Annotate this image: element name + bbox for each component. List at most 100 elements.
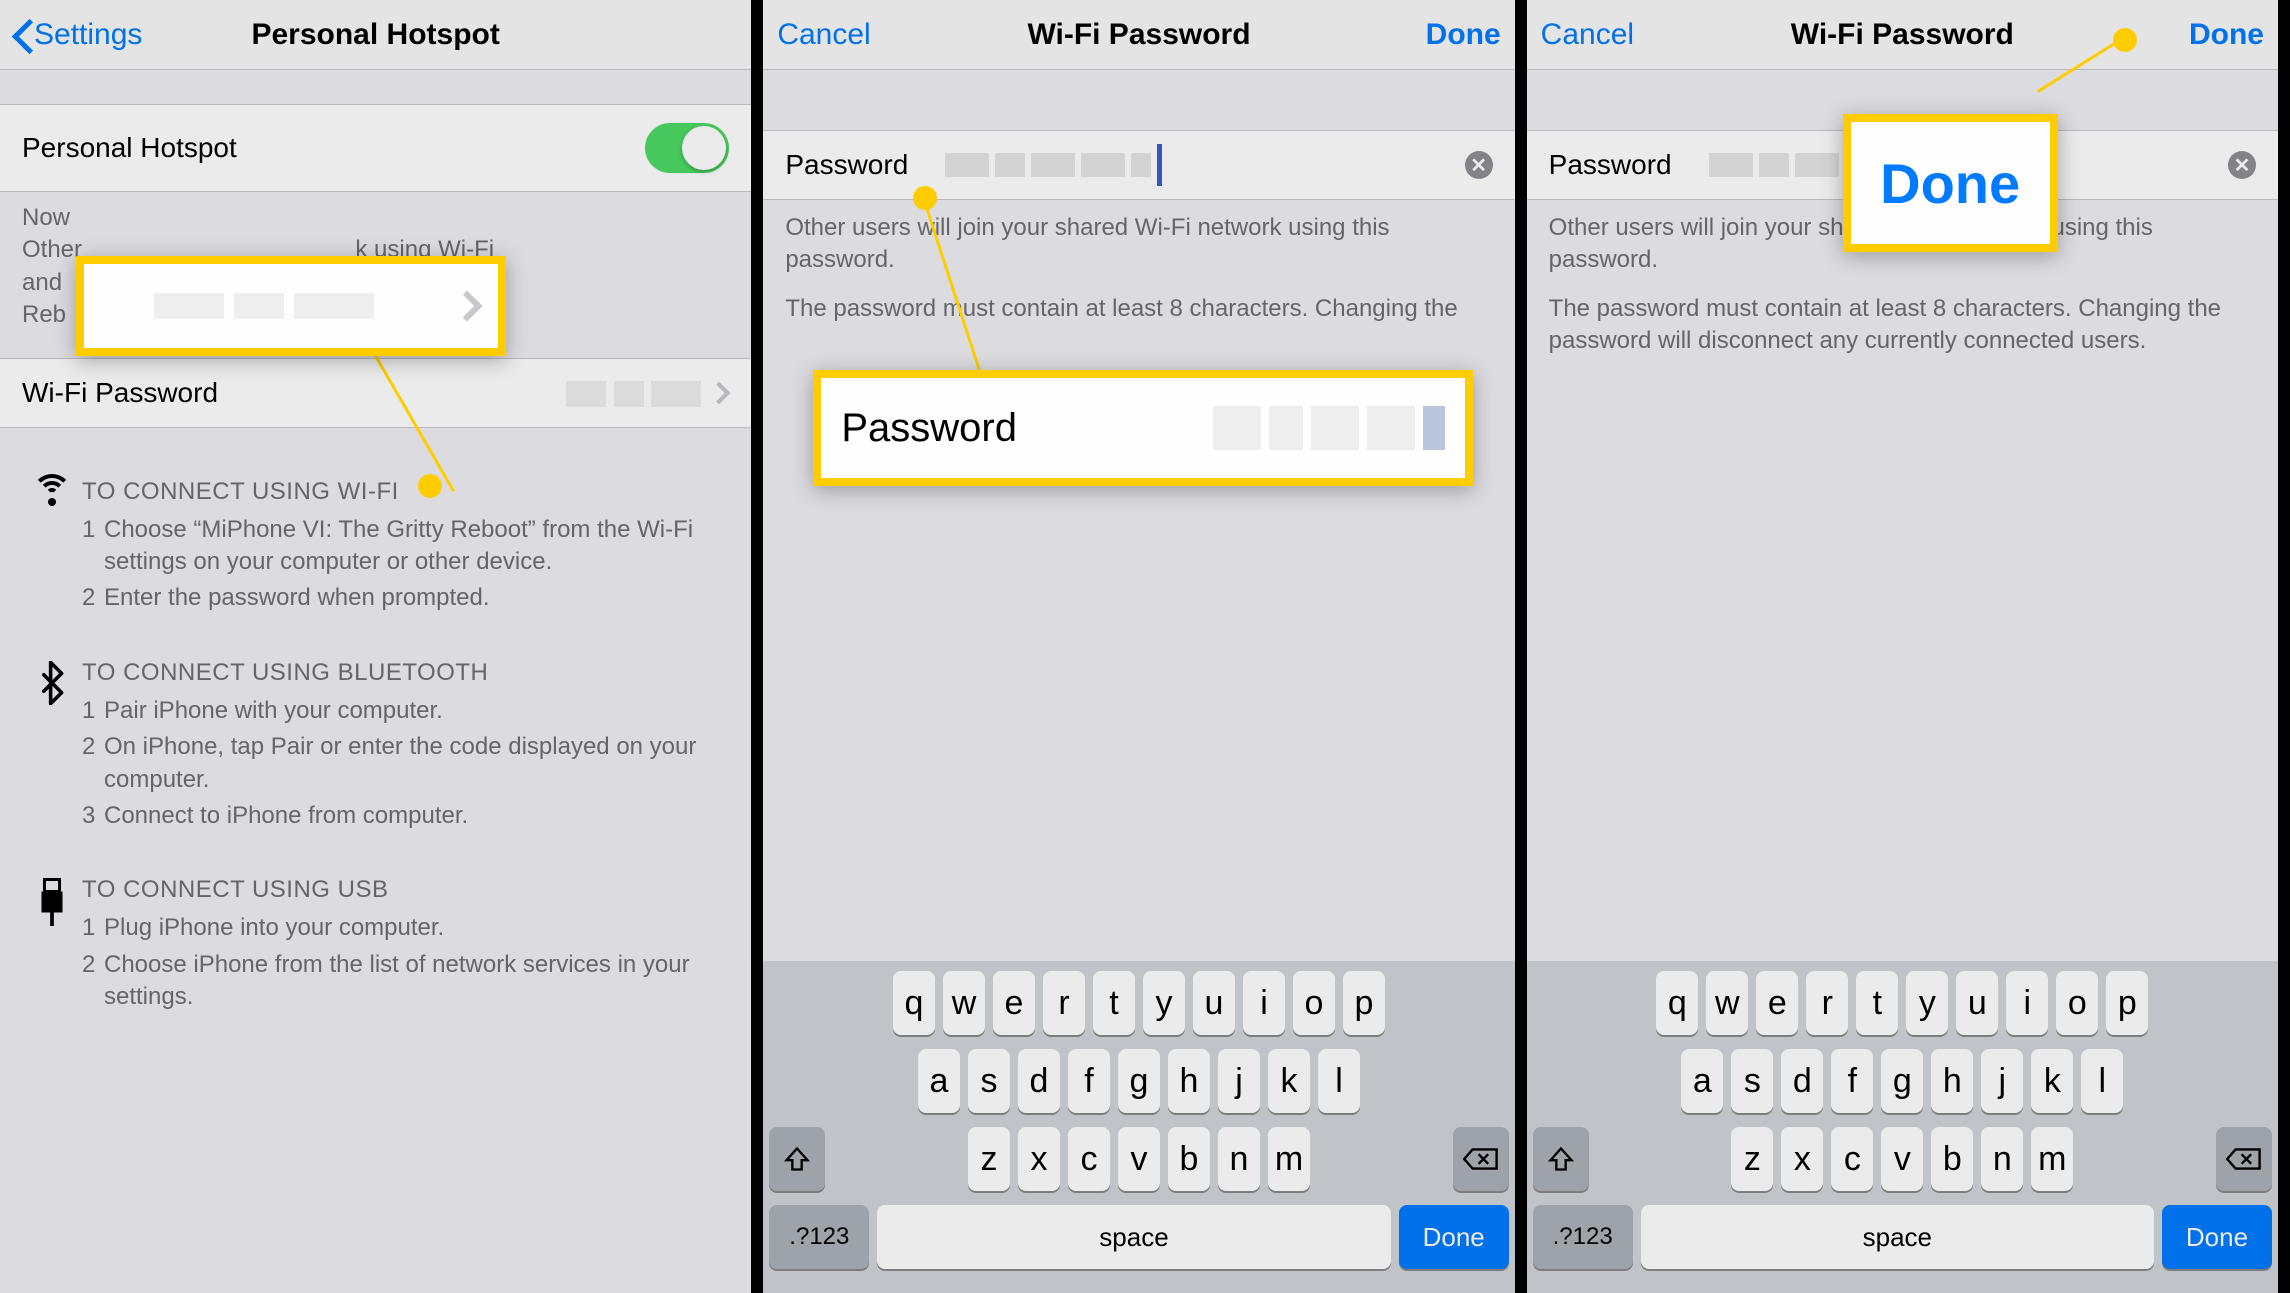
usb-icon bbox=[37, 878, 67, 1017]
key-w[interactable]: w bbox=[1706, 971, 1748, 1035]
key-y[interactable]: y bbox=[1906, 971, 1948, 1035]
key-g[interactable]: g bbox=[1881, 1049, 1923, 1113]
key-z[interactable]: z bbox=[968, 1127, 1010, 1191]
key-j[interactable]: j bbox=[1218, 1049, 1260, 1113]
numbers-key[interactable]: .?123 bbox=[1533, 1205, 1633, 1269]
nav-bar: Cancel Wi-Fi Password Done bbox=[1527, 0, 2278, 70]
key-v[interactable]: v bbox=[1881, 1127, 1923, 1191]
key-h[interactable]: h bbox=[1931, 1049, 1973, 1113]
key-o[interactable]: o bbox=[1293, 971, 1335, 1035]
key-d[interactable]: d bbox=[1018, 1049, 1060, 1113]
key-s[interactable]: s bbox=[1731, 1049, 1773, 1113]
onscreen-keyboard[interactable]: qwertyuiop asdfghjkl zxcvbnm .?123 space… bbox=[1527, 961, 2278, 1293]
numbers-key[interactable]: .?123 bbox=[769, 1205, 869, 1269]
backspace-key[interactable] bbox=[1453, 1127, 1509, 1191]
key-e[interactable]: e bbox=[993, 971, 1035, 1035]
key-q[interactable]: q bbox=[893, 971, 935, 1035]
key-a[interactable]: a bbox=[918, 1049, 960, 1113]
key-d[interactable]: d bbox=[1781, 1049, 1823, 1113]
key-z[interactable]: z bbox=[1731, 1127, 1773, 1191]
key-m[interactable]: m bbox=[2031, 1127, 2073, 1191]
key-y[interactable]: y bbox=[1143, 971, 1185, 1035]
shift-key[interactable] bbox=[769, 1127, 825, 1191]
back-label: Settings bbox=[34, 18, 142, 52]
password-field-cell[interactable]: Password ✕ bbox=[763, 130, 1514, 200]
key-u[interactable]: u bbox=[1193, 971, 1235, 1035]
key-t[interactable]: t bbox=[1856, 971, 1898, 1035]
instructions-usb: TO CONNECT USING USB 1Plug iPhone into y… bbox=[0, 866, 751, 1047]
key-x[interactable]: x bbox=[1781, 1127, 1823, 1191]
key-a[interactable]: a bbox=[1681, 1049, 1723, 1113]
back-button[interactable]: Settings bbox=[14, 18, 144, 52]
done-button[interactable]: Done bbox=[1371, 18, 1501, 52]
space-key[interactable]: space bbox=[877, 1205, 1390, 1269]
space-key[interactable]: space bbox=[1641, 1205, 2154, 1269]
key-r[interactable]: r bbox=[1806, 971, 1848, 1035]
key-b[interactable]: b bbox=[1931, 1127, 1973, 1191]
callout-password-field: Password bbox=[813, 370, 1473, 486]
screen-wifi-password-done: Cancel Wi-Fi Password Done Password ✕ Ot… bbox=[1527, 0, 2290, 1293]
key-k[interactable]: k bbox=[1268, 1049, 1310, 1113]
wifi-password-cell[interactable]: Wi-Fi Password bbox=[0, 358, 751, 428]
key-l[interactable]: l bbox=[1318, 1049, 1360, 1113]
chevron-right-icon bbox=[451, 290, 482, 321]
key-c[interactable]: c bbox=[1831, 1127, 1873, 1191]
done-button[interactable]: Done bbox=[2134, 18, 2264, 52]
instructions-wifi: TO CONNECT USING WI-FI 1Choose “MiPhone … bbox=[0, 468, 751, 649]
cancel-button[interactable]: Cancel bbox=[777, 18, 907, 52]
key-l[interactable]: l bbox=[2081, 1049, 2123, 1113]
hotspot-toggle-cell[interactable]: Personal Hotspot bbox=[0, 104, 751, 192]
key-x[interactable]: x bbox=[1018, 1127, 1060, 1191]
key-p[interactable]: p bbox=[2106, 971, 2148, 1035]
key-i[interactable]: i bbox=[2006, 971, 2048, 1035]
key-u[interactable]: u bbox=[1956, 971, 1998, 1035]
bluetooth-icon bbox=[37, 661, 67, 837]
key-i[interactable]: i bbox=[1243, 971, 1285, 1035]
switch-on-icon[interactable] bbox=[645, 123, 729, 173]
keyboard-done-key[interactable]: Done bbox=[1399, 1205, 1509, 1269]
nav-bar: Cancel Wi-Fi Password Done bbox=[763, 0, 1514, 70]
password-input[interactable] bbox=[945, 150, 1464, 180]
onscreen-keyboard[interactable]: qwertyuiop asdfghjkl zxcvbnm .?123 space… bbox=[763, 961, 1514, 1293]
keyboard-done-key[interactable]: Done bbox=[2162, 1205, 2272, 1269]
key-m[interactable]: m bbox=[1268, 1127, 1310, 1191]
hint-text-2: The password must contain at least 8 cha… bbox=[763, 289, 1514, 337]
callout-wifi-password-row bbox=[76, 256, 506, 356]
wifi-password-value bbox=[218, 377, 729, 409]
key-f[interactable]: f bbox=[1831, 1049, 1873, 1113]
backspace-key[interactable] bbox=[2216, 1127, 2272, 1191]
key-s[interactable]: s bbox=[968, 1049, 1010, 1113]
key-n[interactable]: n bbox=[1218, 1127, 1260, 1191]
clear-text-icon[interactable]: ✕ bbox=[2228, 151, 2256, 179]
key-c[interactable]: c bbox=[1068, 1127, 1110, 1191]
screen-wifi-password-edit: Cancel Wi-Fi Password Done Password ✕ Ot… bbox=[763, 0, 1526, 1293]
key-q[interactable]: q bbox=[1656, 971, 1698, 1035]
key-f[interactable]: f bbox=[1068, 1049, 1110, 1113]
key-k[interactable]: k bbox=[2031, 1049, 2073, 1113]
password-label: Password bbox=[785, 149, 945, 181]
chevron-left-icon bbox=[14, 18, 34, 52]
wifi-icon bbox=[32, 480, 72, 510]
key-h[interactable]: h bbox=[1168, 1049, 1210, 1113]
clear-text-icon[interactable]: ✕ bbox=[1465, 151, 1493, 179]
shift-key[interactable] bbox=[1533, 1127, 1589, 1191]
nav-bar: Settings Personal Hotspot bbox=[0, 0, 751, 70]
key-e[interactable]: e bbox=[1756, 971, 1798, 1035]
key-t[interactable]: t bbox=[1093, 971, 1135, 1035]
callout-dot bbox=[418, 474, 442, 498]
key-b[interactable]: b bbox=[1168, 1127, 1210, 1191]
toggle-label: Personal Hotspot bbox=[22, 132, 237, 164]
hint-text-2: The password must contain at least 8 cha… bbox=[1527, 289, 2278, 370]
callout-done-button: Done bbox=[1843, 114, 2058, 252]
screen-personal-hotspot: Settings Personal Hotspot Personal Hotsp… bbox=[0, 0, 763, 1293]
key-p[interactable]: p bbox=[1343, 971, 1385, 1035]
key-j[interactable]: j bbox=[1981, 1049, 2023, 1113]
key-n[interactable]: n bbox=[1981, 1127, 2023, 1191]
key-r[interactable]: r bbox=[1043, 971, 1085, 1035]
password-label: Password bbox=[1549, 149, 1709, 181]
key-g[interactable]: g bbox=[1118, 1049, 1160, 1113]
key-w[interactable]: w bbox=[943, 971, 985, 1035]
key-o[interactable]: o bbox=[2056, 971, 2098, 1035]
key-v[interactable]: v bbox=[1118, 1127, 1160, 1191]
cancel-button[interactable]: Cancel bbox=[1541, 18, 1671, 52]
